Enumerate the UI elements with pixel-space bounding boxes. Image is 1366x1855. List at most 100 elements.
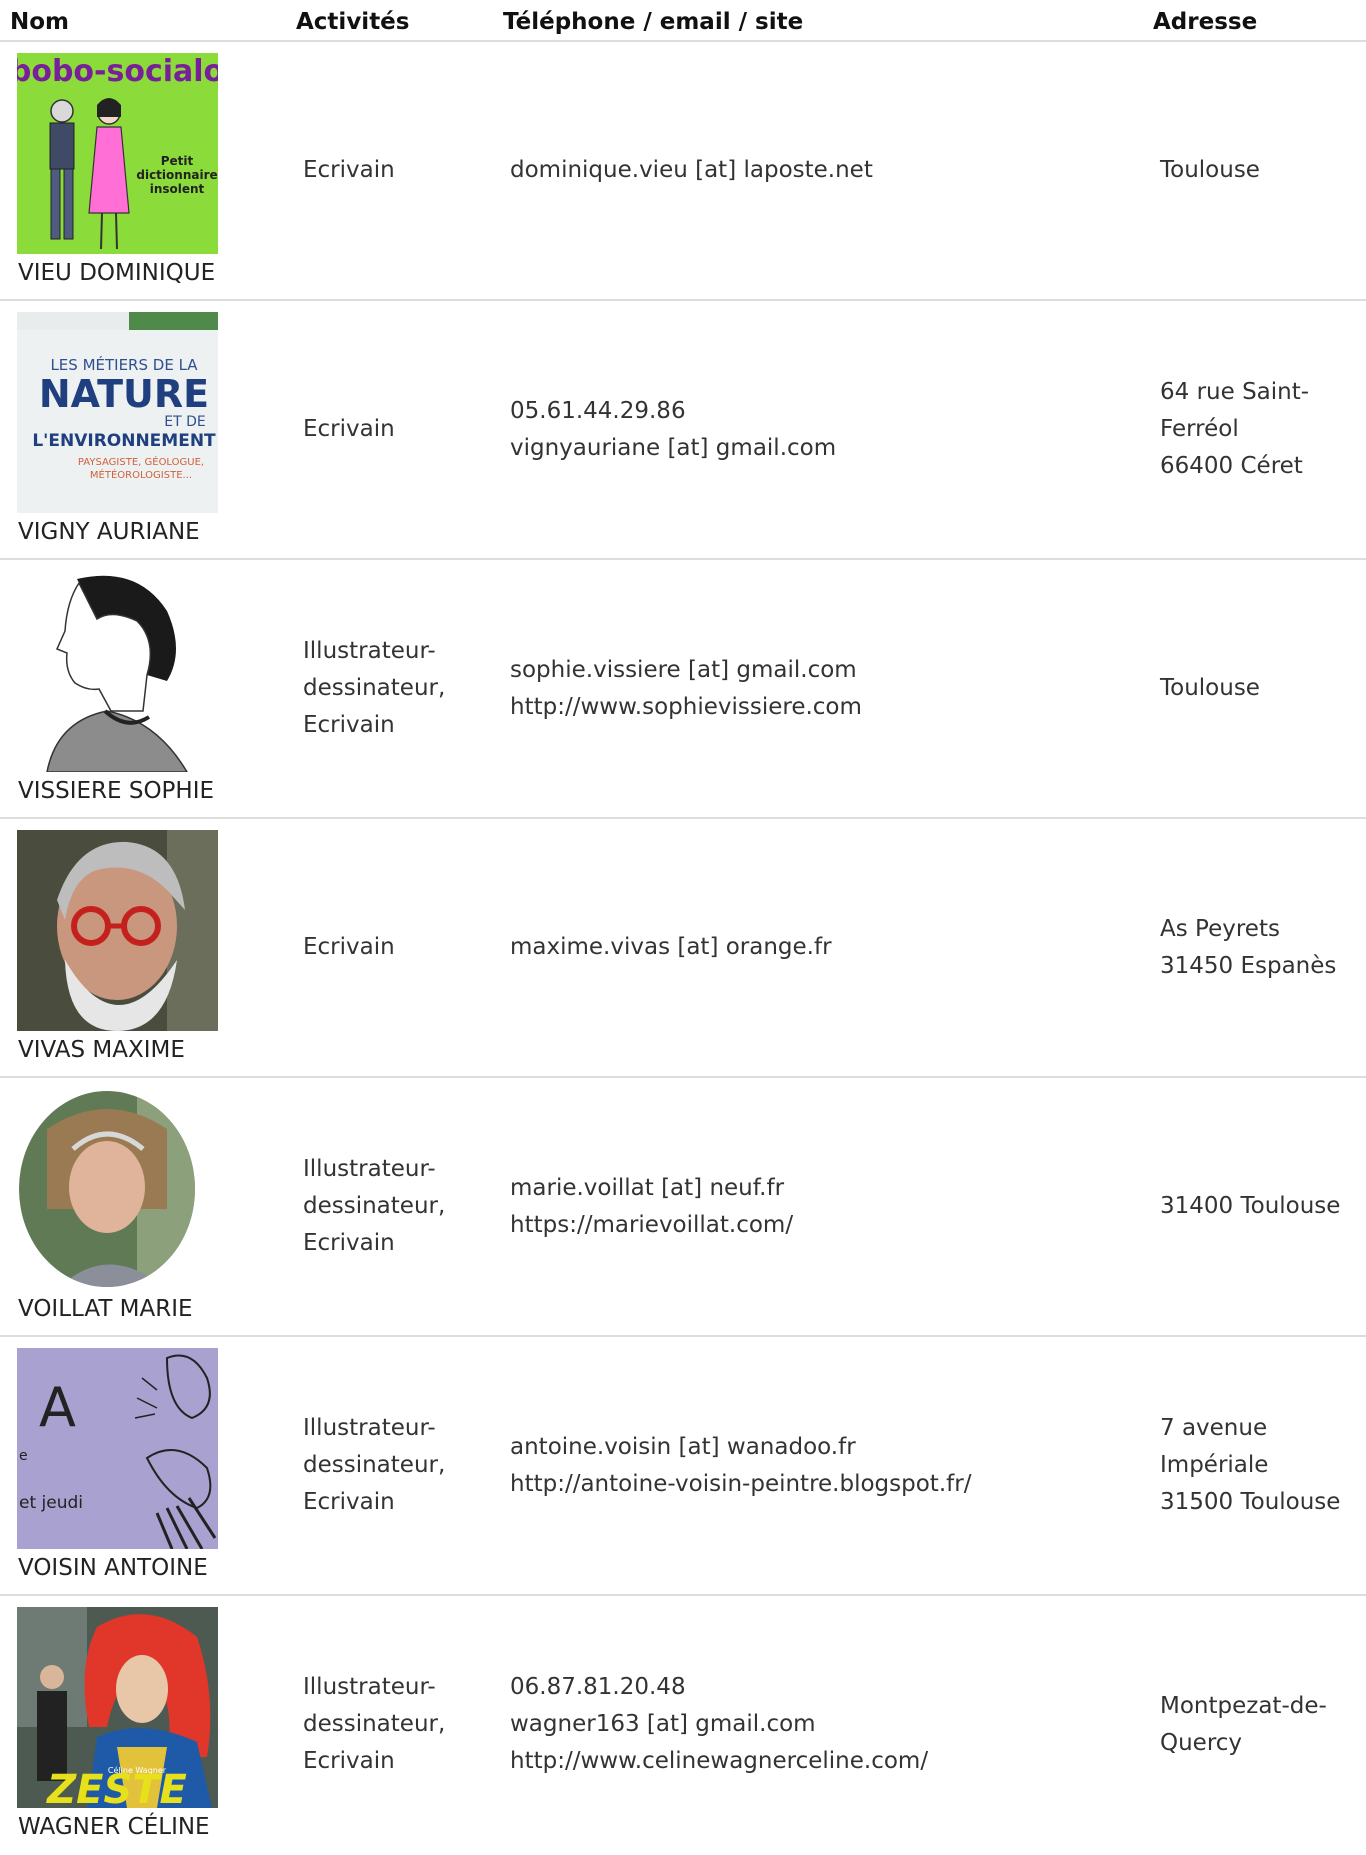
svg-text:MÉTÉOROLOGISTE...: MÉTÉOROLOGISTE... [90, 468, 192, 481]
address-line: 66400 Céret [1160, 453, 1303, 479]
activity-line: Ecrivain [303, 1489, 395, 1515]
contact-email: dominique.vieu [at] laposte.net [510, 157, 873, 183]
person-name: WAGNER CÉLINE [18, 1814, 210, 1840]
header-nom: Nom [10, 9, 70, 35]
address-line: Impériale [1160, 1452, 1269, 1478]
activity-line: dessinateur, [303, 1711, 446, 1737]
address-line: Toulouse [1160, 157, 1260, 183]
portrait-oval-photo-icon[interactable] [17, 1089, 218, 1290]
address-cell: As Peyrets 31450 Espanès [1160, 819, 1360, 1076]
activities-cell: Illustrateur- dessinateur, Ecrivain [303, 1078, 483, 1335]
activity-line: Illustrateur- [303, 1156, 436, 1182]
activity-line: Ecrivain [303, 712, 395, 738]
person-name: VIVAS MAXIME [18, 1037, 185, 1063]
address-line: 64 rue Saint- [1160, 379, 1310, 405]
contact-cell: marie.voillat [at] neuf.fr https://marie… [510, 1078, 1130, 1335]
address-line: Toulouse [1160, 675, 1260, 701]
address-line: Quercy [1160, 1729, 1243, 1756]
svg-text:ET DE: ET DE [164, 414, 205, 430]
activities-cell: Ecrivain [303, 301, 483, 558]
book-cover-zeste-icon[interactable]: Céline Wagner ZESTE [17, 1607, 218, 1808]
portrait-drawing-icon[interactable] [17, 571, 218, 772]
svg-text:insolent: insolent [150, 182, 205, 196]
address-cell: Toulouse [1160, 560, 1360, 817]
address-cell: 31400 Toulouse [1160, 1078, 1360, 1335]
contact-cell: maxime.vivas [at] orange.fr [510, 819, 1130, 1076]
address-cell: Montpezat-de- Quercy [1160, 1596, 1360, 1853]
svg-text:ZESTE: ZESTE [45, 1767, 187, 1808]
header-contact: Téléphone / email / site [503, 9, 804, 35]
svg-text:A: A [39, 1376, 76, 1439]
activities-cell: Illustrateur- dessinateur, Ecrivain [303, 560, 483, 817]
book-cover-bobo-socialo-icon[interactable]: bobo-socialo Petit dictionnaire insolent [17, 53, 218, 254]
activity-line: Illustrateur- [303, 1674, 436, 1700]
header-adresse: Adresse [1153, 9, 1258, 35]
svg-text:et jeudi: et jeudi [19, 1493, 83, 1513]
address-cell: 7 avenue Impériale 31500 Toulouse [1160, 1337, 1360, 1594]
author-directory-table: Nom Activités Téléphone / email / site A… [0, 0, 1366, 1855]
table-row: VOILLAT MARIE Illustrateur- dessinateur,… [0, 1078, 1366, 1337]
activity-line: dessinateur, [303, 1452, 446, 1478]
activity-line: Ecrivain [303, 157, 395, 183]
svg-text:PAYSAGISTE, GÉOLOGUE,: PAYSAGISTE, GÉOLOGUE, [78, 455, 204, 468]
contact-cell: antoine.voisin [at] wanadoo.fr http://an… [510, 1337, 1130, 1594]
table-row: VISSIERE SOPHIE Illustrateur- dessinateu… [0, 560, 1366, 819]
contact-cell: 06.87.81.20.48 wagner163 [at] gmail.com … [510, 1596, 1130, 1853]
svg-text:L'ENVIRONNEMENT: L'ENVIRONNEMENT [32, 431, 216, 451]
activity-line: Ecrivain [303, 934, 395, 960]
poster-illustration-icon[interactable]: A e et jeudi [17, 1348, 218, 1549]
address-line: 7 avenue [1160, 1415, 1268, 1441]
contact-website: http://antoine-voisin-peintre.blogspot.f… [510, 1470, 972, 1497]
activity-line: Ecrivain [303, 1748, 395, 1774]
activity-line: dessinateur, [303, 1193, 446, 1219]
contact-website: https://marievoillat.com/ [510, 1211, 794, 1238]
contact-phone: 06.87.81.20.48 [510, 1674, 686, 1700]
address-line: Ferréol [1160, 416, 1239, 442]
address-cell: Toulouse [1160, 42, 1360, 299]
contact-email: wagner163 [at] gmail.com [510, 1711, 816, 1737]
svg-text:NATURE: NATURE [39, 372, 209, 416]
activities-cell: Illustrateur- dessinateur, Ecrivain [303, 1596, 483, 1853]
address-line: As Peyrets [1160, 915, 1280, 942]
contact-cell: dominique.vieu [at] laposte.net [510, 42, 1130, 299]
contact-email: vignyauriane [at] gmail.com [510, 434, 837, 461]
contact-email: sophie.vissiere [at] gmail.com [510, 656, 857, 683]
address-line: Montpezat-de- [1160, 1692, 1327, 1719]
contact-email: antoine.voisin [at] wanadoo.fr [510, 1433, 856, 1460]
svg-text:e: e [19, 1448, 28, 1464]
person-name: VOILLAT MARIE [18, 1296, 193, 1322]
table-row: A e et jeudi VOISIN ANTOINE Illustrateur… [0, 1337, 1366, 1596]
book-cover-metiers-nature-icon[interactable]: LES MÉTIERS DE LA NATURE ET DE L'ENVIRON… [17, 312, 218, 513]
contact-cell: 05.61.44.29.86 vignyauriane [at] gmail.c… [510, 301, 1130, 558]
person-name: VIGNY AURIANE [18, 519, 200, 545]
activity-line: dessinateur, [303, 675, 446, 701]
table-row: Céline Wagner ZESTE WAGNER CÉLINE Illust… [0, 1596, 1366, 1855]
svg-text:Petit: Petit [161, 154, 194, 168]
table-row: VIVAS MAXIME Ecrivain maxime.vivas [at] … [0, 819, 1366, 1078]
svg-text:bobo-socialo: bobo-socialo [17, 54, 218, 89]
address-cell: 64 rue Saint- Ferréol 66400 Céret [1160, 301, 1360, 558]
contact-email: marie.voillat [at] neuf.fr [510, 1174, 785, 1201]
activity-line: Ecrivain [303, 1230, 395, 1256]
activity-line: Ecrivain [303, 416, 395, 442]
contact-website: http://www.celinewagnerceline.com/ [510, 1748, 929, 1774]
portrait-photo-icon[interactable] [17, 830, 218, 1031]
svg-text:dictionnaire: dictionnaire [136, 168, 217, 182]
table-header: Nom Activités Téléphone / email / site A… [0, 0, 1366, 42]
contact-cell: sophie.vissiere [at] gmail.com http://ww… [510, 560, 1130, 817]
person-name: VOISIN ANTOINE [18, 1555, 208, 1581]
person-name: VIEU DOMINIQUE [18, 260, 216, 286]
address-line: 31500 Toulouse [1160, 1489, 1341, 1515]
activities-cell: Ecrivain [303, 819, 483, 1076]
person-name: VISSIERE SOPHIE [18, 778, 215, 804]
contact-email: maxime.vivas [at] orange.fr [510, 934, 832, 960]
address-line: 31400 Toulouse [1160, 1193, 1341, 1219]
activities-cell: Ecrivain [303, 42, 483, 299]
address-line: 31450 Espanès [1160, 952, 1337, 979]
activity-line: Illustrateur- [303, 638, 436, 664]
contact-website: http://www.sophievissiere.com [510, 693, 862, 720]
table-row: LES MÉTIERS DE LA NATURE ET DE L'ENVIRON… [0, 301, 1366, 560]
header-activites: Activités [296, 9, 410, 35]
activities-cell: Illustrateur- dessinateur, Ecrivain [303, 1337, 483, 1594]
activity-line: Illustrateur- [303, 1415, 436, 1441]
